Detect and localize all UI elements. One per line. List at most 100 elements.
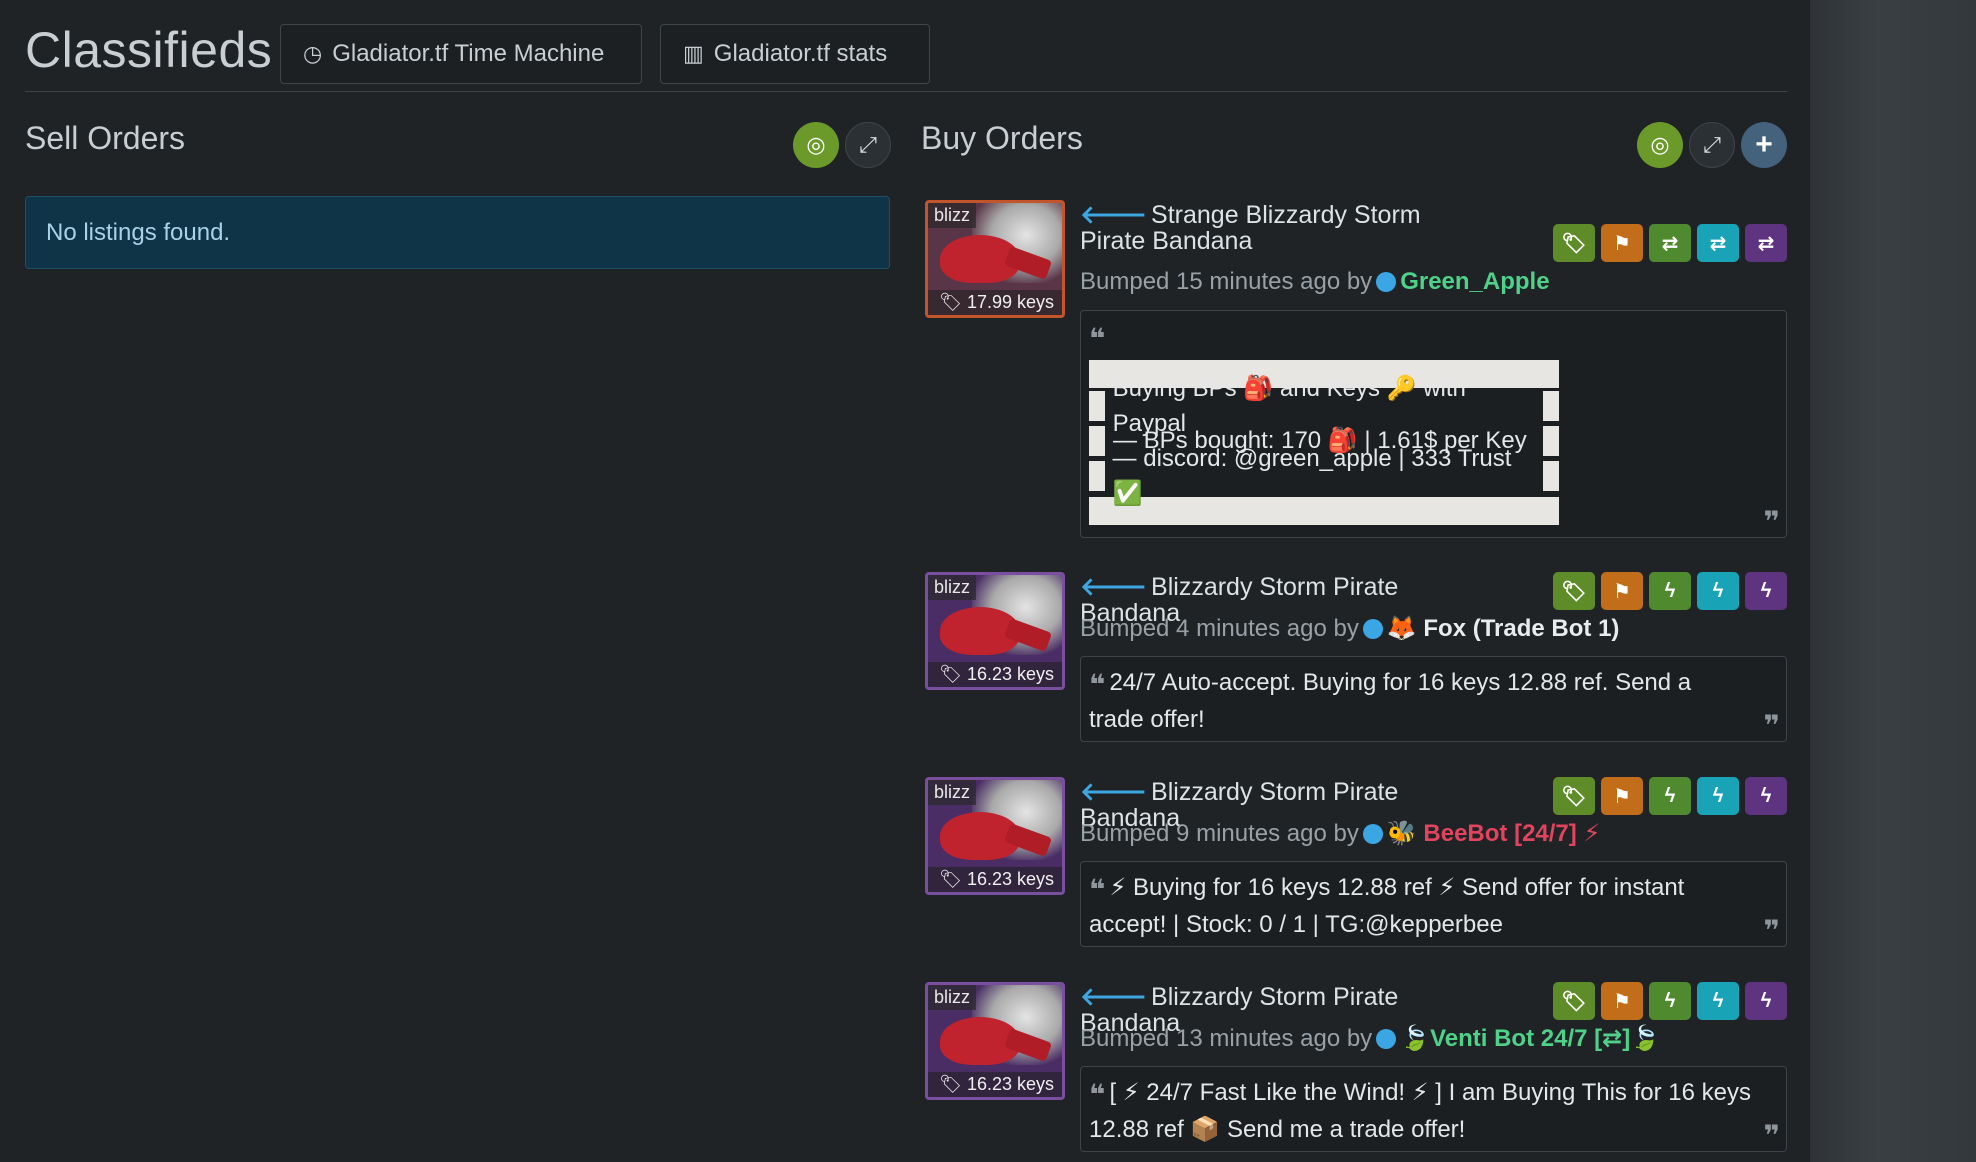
arrow-left-icon: 🡐 bbox=[1080, 778, 1148, 806]
sell-expand-button[interactable]: ⤢ bbox=[845, 122, 891, 168]
banner-block bbox=[1543, 425, 1559, 456]
stats-button[interactable]: ▥ Gladiator.tf stats bbox=[660, 24, 930, 84]
bolt-icon[interactable]: ϟ bbox=[1745, 572, 1787, 610]
sell-orders-title: Sell Orders bbox=[25, 120, 186, 156]
item-thumbnail[interactable]: blizz 🏷 17.99 keys bbox=[925, 200, 1065, 318]
flag-icon[interactable]: ⚑ bbox=[1601, 572, 1643, 610]
listing-comment: ❝ Buying BPs 🎒 and Keys 🔑 with Paypal — … bbox=[1080, 310, 1787, 538]
comment-line-text: — discord: @green_apple | 333 Trust ✅ bbox=[1112, 444, 1512, 507]
bolt-icon[interactable]: ϟ bbox=[1745, 777, 1787, 815]
thumb-label: blizz bbox=[928, 575, 977, 600]
page-title: Classifieds bbox=[25, 22, 273, 78]
quote-open-icon: ❝ bbox=[1089, 669, 1106, 700]
plus-icon: + bbox=[1755, 128, 1773, 161]
user-link[interactable]: 🐝 BeeBot [24/7] ⚡ bbox=[1387, 820, 1600, 847]
buy-hide-button[interactable]: ◎ bbox=[1637, 122, 1683, 168]
bolt-icon[interactable]: ϟ bbox=[1649, 777, 1691, 815]
price-value: 17.99 keys bbox=[966, 292, 1054, 312]
tag-icon[interactable]: 🏷 bbox=[1553, 572, 1595, 610]
quote-open-icon: ❝ bbox=[1089, 874, 1106, 905]
user-link[interactable]: 🦊 Fox (Trade Bot 1) bbox=[1387, 615, 1620, 642]
online-status-dot bbox=[1376, 1029, 1397, 1049]
listing: blizz 🏷 17.99 keys 🡐 Strange Blizzardy St… bbox=[925, 200, 1787, 540]
banner-block bbox=[1543, 390, 1559, 421]
time-machine-button[interactable]: ◷ Gladiator.tf Time Machine bbox=[280, 24, 642, 84]
page-background-side bbox=[1810, 0, 1976, 1162]
bolt-icon[interactable]: ϟ bbox=[1649, 982, 1691, 1020]
online-status-dot bbox=[1362, 824, 1383, 844]
price-label: 🏷 16.23 keys bbox=[928, 867, 1062, 892]
online-status-dot bbox=[1376, 272, 1397, 292]
tag-icon: 🏷 bbox=[939, 664, 962, 684]
bumped-info: Bumped 13 minutes ago by 🍃Venti Bot 24/7 … bbox=[1080, 1024, 1660, 1053]
tag-icon: 🏷 bbox=[939, 1074, 962, 1094]
bolt-icon[interactable]: ϟ bbox=[1745, 982, 1787, 1020]
tag-icon[interactable]: 🏷 bbox=[1553, 777, 1595, 815]
price-value: 16.23 keys bbox=[966, 869, 1054, 889]
no-listings-alert: No listings found. bbox=[25, 196, 890, 269]
quote-close-icon: ❞ bbox=[1763, 710, 1780, 741]
eye-slash-icon: ◎ bbox=[1650, 132, 1670, 157]
bolt-icon[interactable]: ϟ bbox=[1697, 572, 1739, 610]
bumped-info: Bumped 9 minutes ago by 🐝 BeeBot [24/7] ⚡ bbox=[1080, 819, 1600, 848]
tag-icon[interactable]: 🏷 bbox=[1553, 982, 1595, 1020]
listing: blizz 🏷 16.23 keys 🡐 Blizzardy Storm Pira… bbox=[925, 982, 1787, 1152]
quote-close-icon: ❞ bbox=[1763, 1120, 1780, 1151]
listing-badges: 🏷 ⚑ ϟ ϟ ϟ bbox=[1553, 572, 1787, 610]
bumped-text: Bumped 15 minutes ago by bbox=[1080, 268, 1373, 295]
bolt-icon[interactable]: ϟ bbox=[1697, 982, 1739, 1020]
item-name[interactable]: 🡐 Strange Blizzardy Storm Pirate Bandana bbox=[1080, 202, 1470, 254]
banner-block bbox=[1089, 460, 1105, 491]
bumped-info: Bumped 4 minutes ago by 🦊 Fox (Trade Bot … bbox=[1080, 614, 1619, 643]
expand-icon: ⤢ bbox=[1703, 132, 1721, 157]
flag-icon[interactable]: ⚑ bbox=[1601, 224, 1643, 262]
listing-comment: ❝ ⚡ Buying for 16 keys 12.88 ref ⚡ Send o… bbox=[1080, 861, 1787, 947]
banner-block bbox=[1089, 425, 1105, 456]
classifieds-panel: Classifieds ◷ Gladiator.tf Time Machine … bbox=[25, 0, 1787, 1162]
tag-icon[interactable]: 🏷 bbox=[1553, 224, 1595, 262]
tag-icon: 🏷 bbox=[939, 869, 962, 889]
header: Classifieds ◷ Gladiator.tf Time Machine … bbox=[25, 20, 1787, 92]
bumped-text: Bumped 9 minutes ago by bbox=[1080, 820, 1359, 847]
exchange-icon[interactable]: ⇄ bbox=[1745, 224, 1787, 262]
bumped-text: Bumped 13 minutes ago by bbox=[1080, 1025, 1373, 1052]
exchange-icon[interactable]: ⇄ bbox=[1649, 224, 1691, 262]
price-label: 🏷 16.23 keys bbox=[928, 662, 1062, 687]
price-label: 🏷 17.99 keys bbox=[928, 290, 1062, 315]
bolt-icon[interactable]: ϟ bbox=[1697, 777, 1739, 815]
bumped-text: Bumped 4 minutes ago by bbox=[1080, 615, 1359, 642]
listing-comment: ❝ 24/7 Auto-accept. Buying for 16 keys 12… bbox=[1080, 656, 1787, 742]
bumped-info: Bumped 15 minutes ago by Green_Apple bbox=[1080, 268, 1550, 296]
buy-expand-button[interactable]: ⤢ bbox=[1689, 122, 1735, 168]
price-label: 🏷 16.23 keys bbox=[928, 1072, 1062, 1097]
thumb-label: blizz bbox=[928, 203, 977, 228]
listing-badges: 🏷 ⚑ ⇄ ⇄ ⇄ bbox=[1553, 224, 1787, 262]
comment-text: [ ⚡ 24/7 Fast Like the Wind! ⚡ ] I am Bu… bbox=[1089, 1079, 1751, 1143]
quote-open-icon: ❝ bbox=[1089, 323, 1106, 354]
thumb-label: blizz bbox=[928, 985, 977, 1010]
listing-comment: ❝[ ⚡ 24/7 Fast Like the Wind! ⚡ ] I am B… bbox=[1080, 1066, 1787, 1152]
exchange-icon[interactable]: ⇄ bbox=[1697, 224, 1739, 262]
quote-close-icon: ❞ bbox=[1763, 506, 1780, 537]
item-thumbnail[interactable]: blizz 🏷 16.23 keys bbox=[925, 572, 1065, 690]
flag-icon[interactable]: ⚑ bbox=[1601, 982, 1643, 1020]
buy-orders-title: Buy Orders bbox=[921, 120, 1083, 156]
thumb-label: blizz bbox=[928, 780, 977, 805]
comment-line: — discord: @green_apple | 333 Trust ✅ bbox=[1089, 445, 1560, 507]
tag-icon: 🏷 bbox=[939, 292, 962, 312]
arrow-left-icon: 🡐 bbox=[1080, 573, 1148, 601]
eye-slash-icon: ◎ bbox=[806, 132, 826, 157]
user-link[interactable]: Green_Apple bbox=[1400, 268, 1549, 295]
bolt-icon[interactable]: ϟ bbox=[1649, 572, 1691, 610]
comment-text: ⚡ Buying for 16 keys 12.88 ref ⚡ Send of… bbox=[1089, 874, 1685, 938]
listing: blizz 🏷 16.23 keys 🡐 Blizzardy Storm Pira… bbox=[925, 777, 1787, 947]
user-link[interactable]: 🍃Venti Bot 24/7 [⇄]🍃 bbox=[1400, 1025, 1660, 1052]
flag-icon[interactable]: ⚑ bbox=[1601, 777, 1643, 815]
quote-open-icon: ❝ bbox=[1089, 1079, 1106, 1110]
item-thumbnail[interactable]: blizz 🏷 16.23 keys bbox=[925, 982, 1065, 1100]
stats-label: Gladiator.tf stats bbox=[713, 40, 888, 67]
item-thumbnail[interactable]: blizz 🏷 16.23 keys bbox=[925, 777, 1065, 895]
listing-badges: 🏷 ⚑ ϟ ϟ ϟ bbox=[1553, 777, 1787, 815]
add-listing-button[interactable]: + bbox=[1741, 122, 1787, 168]
sell-hide-button[interactable]: ◎ bbox=[793, 122, 839, 168]
